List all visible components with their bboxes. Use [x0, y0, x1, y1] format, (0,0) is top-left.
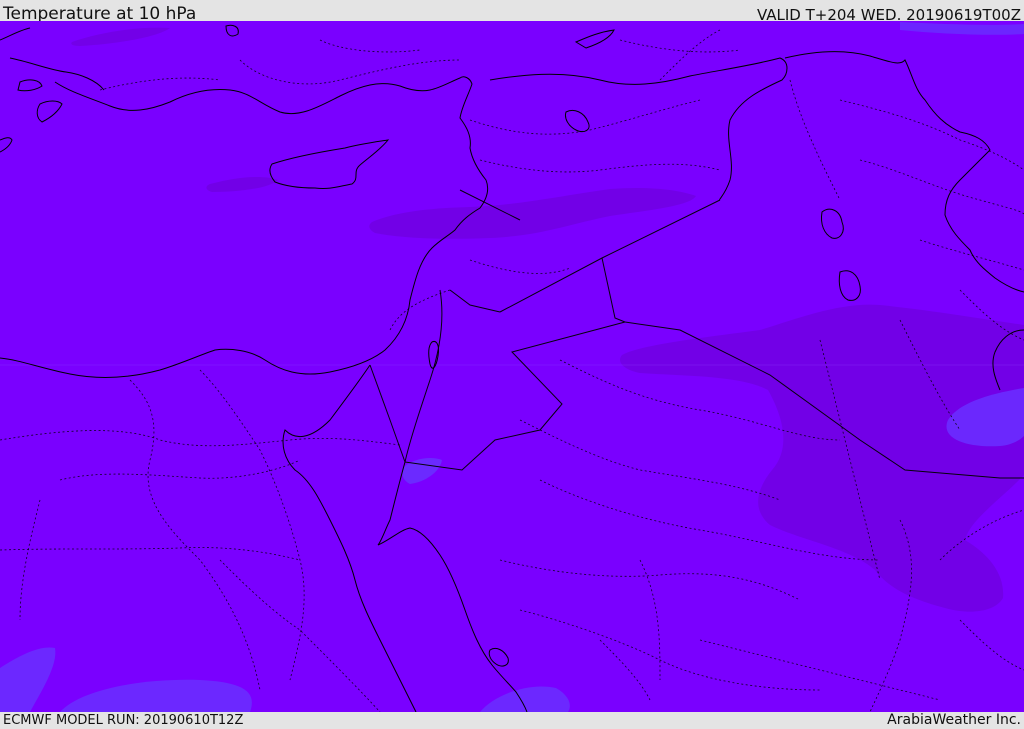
footer-bar: ECMWF MODEL RUN: 20190610T12Z ArabiaWeat…	[0, 712, 1024, 729]
model-run-label: ECMWF MODEL RUN: 20190610T12Z	[3, 713, 244, 728]
credit-label: ArabiaWeather Inc.	[887, 712, 1021, 728]
weather-map[interactable]	[0, 21, 1024, 712]
map-canvas	[0, 21, 1024, 712]
header-bar: Temperature at 10 hPa VALID T+204 WED. 2…	[0, 0, 1024, 24]
